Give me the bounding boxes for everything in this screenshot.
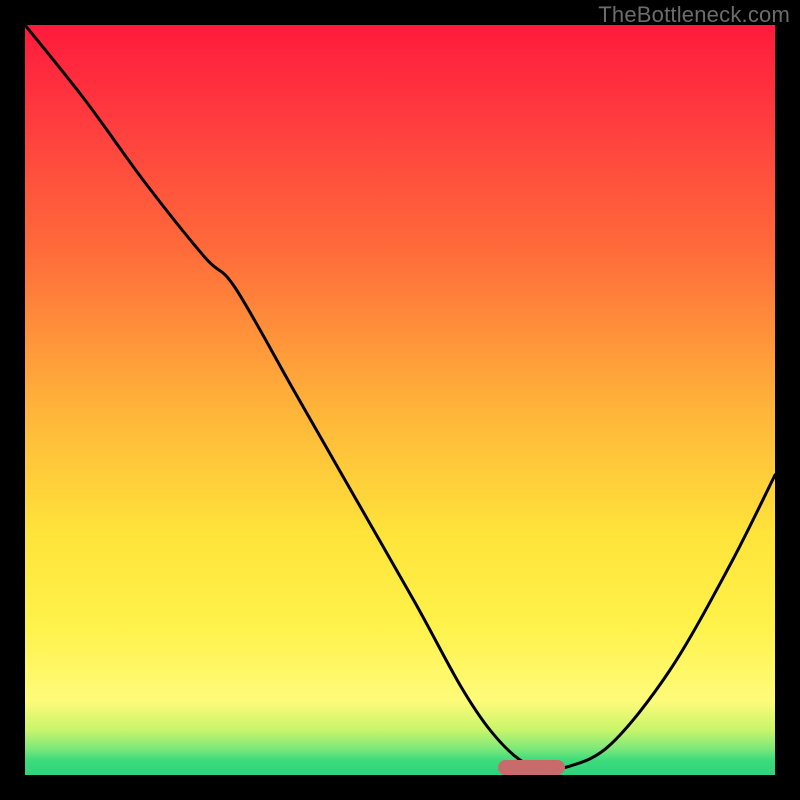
watermark-text: TheBottleneck.com xyxy=(598,2,790,28)
optimal-marker xyxy=(498,760,566,775)
bottleneck-curve xyxy=(25,25,775,775)
chart-frame: TheBottleneck.com xyxy=(0,0,800,800)
chart-plot-area xyxy=(25,25,775,775)
